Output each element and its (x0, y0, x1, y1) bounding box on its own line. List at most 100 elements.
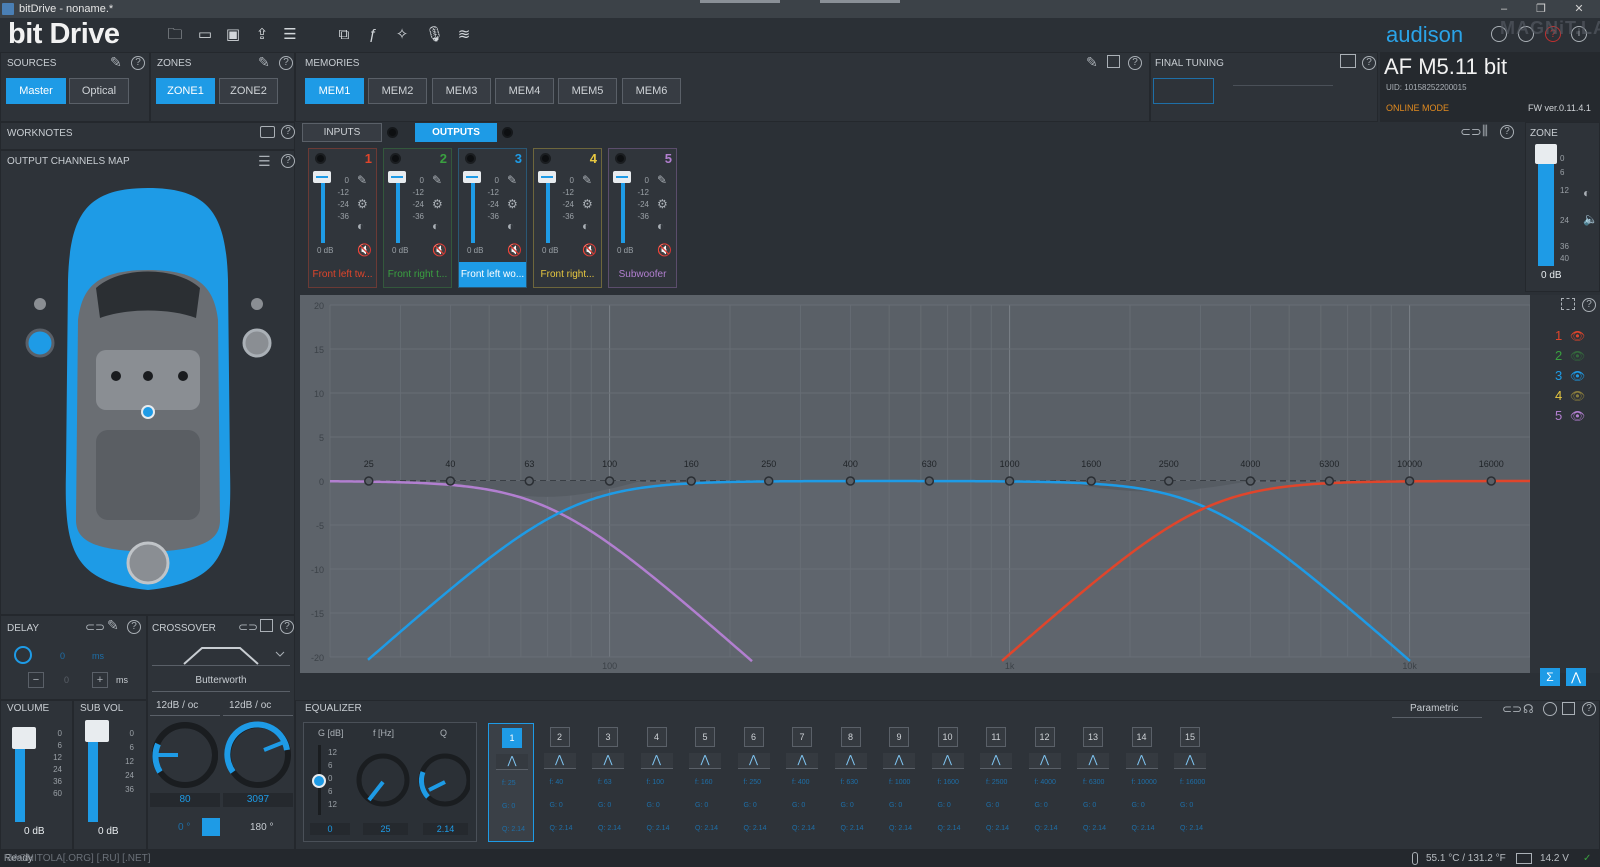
copy-icon[interactable] (260, 619, 273, 632)
final-tuning-slider[interactable] (1233, 85, 1333, 86)
curve-button[interactable]: ⋀ (1566, 668, 1586, 686)
help-icon[interactable]: ? (1582, 702, 1596, 716)
help-icon[interactable]: ? (279, 56, 293, 70)
open-folder-icon[interactable]: 🗀 (166, 26, 184, 44)
source-master-button[interactable]: Master (6, 78, 66, 104)
eq-band-number[interactable]: 14 (1131, 727, 1152, 747)
peak-filter-icon[interactable]: ⋀ (980, 753, 1012, 769)
peak-filter-icon[interactable]: ⋀ (1028, 753, 1061, 769)
edit-icon[interactable]: ✎ (357, 173, 367, 187)
help-icon[interactable]: ? (1362, 56, 1376, 70)
minimize-button[interactable]: – (1485, 0, 1523, 18)
ear-icon[interactable]: ◐ (657, 219, 664, 233)
memory-6-button[interactable]: MEM6 (622, 78, 681, 104)
target-icon[interactable] (1543, 702, 1557, 716)
peak-filter-icon[interactable]: ⋀ (496, 754, 528, 770)
eq-band[interactable]: 12 ⋀ f: 4000 G: 0 Q: 2.14 (1022, 723, 1068, 842)
eq-band-number[interactable]: 10 (937, 727, 958, 747)
camera-icon[interactable] (260, 126, 275, 138)
eq-band[interactable]: 5 ⋀ f: 160 G: 0 Q: 2.14 (682, 723, 728, 842)
timer-icon[interactable] (14, 646, 32, 664)
channel-status-led[interactable] (540, 153, 551, 164)
output-channel-strip[interactable]: 3 0 -12 -24 -36 0 dB ✎ ⚙ ◐ 🔇 Front left wo.… (458, 148, 527, 288)
eq-band-number[interactable]: 6 (743, 727, 764, 747)
freq-value[interactable]: 25 (363, 823, 408, 835)
memory-1-button[interactable]: MEM1 (305, 78, 364, 104)
mute-icon[interactable]: 🔇 (357, 243, 372, 257)
eq-band[interactable]: 15 ⋀ f: 16000 G: 0 Q: 2.14 (1167, 723, 1213, 842)
mute-icon[interactable]: 🔇 (432, 243, 447, 257)
help-icon[interactable]: ? (131, 56, 145, 70)
channel-status-led[interactable] (615, 153, 626, 164)
eq-band[interactable]: 7 ⋀ f: 400 G: 0 Q: 2.14 (779, 723, 825, 842)
function-icon[interactable]: ƒ (364, 26, 382, 44)
gain-slider-knob[interactable] (312, 774, 326, 788)
zone2-button[interactable]: ZONE2 (219, 78, 278, 104)
mute-icon[interactable]: 🔇 (657, 243, 672, 257)
output-channel-strip[interactable]: 1 0 -12 -24 -36 0 dB ✎ ⚙ ◐ 🔇 Front left tw.… (308, 148, 377, 288)
crossover-freq-left[interactable]: 80 (150, 793, 220, 807)
peak-filter-icon[interactable]: ⋀ (1174, 753, 1206, 769)
tab-outputs[interactable]: OUTPUTS (415, 123, 497, 142)
magic-wand-icon[interactable]: ✧ (393, 26, 411, 44)
headphones-icon[interactable]: ☊ (1523, 702, 1534, 716)
eq-band-number[interactable]: 3 (598, 727, 618, 747)
front-left-tweeter-speaker[interactable] (34, 298, 46, 310)
final-tuning-button[interactable] (1153, 78, 1214, 104)
list-icon[interactable]: ☰ (258, 153, 271, 170)
eq-band[interactable]: 4 ⋀ f: 100 G: 0 Q: 2.14 (634, 723, 680, 842)
edit-icon[interactable]: ✎ (110, 54, 122, 71)
edit-icon[interactable]: ✎ (1086, 54, 1098, 71)
eq-band-number[interactable]: 2 (549, 727, 570, 747)
edit-icon[interactable]: ✎ (258, 54, 270, 71)
eq-band-number[interactable]: 12 (1034, 727, 1055, 747)
eq-band[interactable]: 11 ⋀ f: 2500 G: 0 Q: 2.14 (973, 723, 1019, 842)
fullscreen-icon[interactable] (1561, 298, 1575, 310)
link-icon[interactable]: ⊂⊃ (85, 620, 105, 634)
output-channel-strip[interactable]: 5 0 -12 -24 -36 0 dB ✎ ⚙ ◐ 🔇 Subwoofer (608, 148, 677, 288)
visibility-eye-icon[interactable]: 👁 (1570, 369, 1585, 383)
peak-filter-icon[interactable]: ⋀ (737, 753, 770, 769)
eq-band[interactable]: 9 ⋀ f: 1000 G: 0 Q: 2.14 (876, 723, 922, 842)
subwoofer-speaker[interactable] (126, 541, 170, 585)
front-right-tweeter-speaker[interactable] (251, 298, 263, 310)
ear-icon[interactable]: ◐ (357, 219, 364, 233)
eq-band[interactable]: 8 ⋀ f: 630 G: 0 Q: 2.14 (828, 723, 874, 842)
settings-icon[interactable]: ⚙ (507, 197, 518, 211)
close-button[interactable]: ✕ (1560, 0, 1598, 18)
edit-icon[interactable]: ✎ (507, 173, 517, 187)
delay-plus-button[interactable]: + (92, 672, 108, 688)
help-icon[interactable]: ? (1500, 125, 1514, 139)
eq-band[interactable]: 3 ⋀ f: 63 G: 0 Q: 2.14 (585, 723, 631, 842)
ear-icon[interactable]: ◐ (582, 219, 589, 233)
eq-band-number[interactable]: 13 (1083, 727, 1103, 747)
help-icon[interactable]: ? (281, 154, 295, 168)
gain-value[interactable]: 0 (310, 823, 350, 835)
eq-band-number[interactable]: 1 (502, 728, 522, 748)
link-icon[interactable]: ⊂⊃ (1460, 124, 1482, 140)
sub-vol-fader-knob[interactable] (85, 720, 109, 742)
memory-4-button[interactable]: MEM4 (495, 78, 554, 104)
ear-icon[interactable]: ◐ (507, 219, 514, 233)
help-icon[interactable]: ? (280, 620, 294, 634)
help-icon[interactable]: ? (1128, 56, 1142, 70)
eq-band-number[interactable]: 9 (889, 727, 909, 747)
volume-fader-knob[interactable] (12, 727, 36, 749)
channel-status-led[interactable] (315, 153, 326, 164)
front-left-woofer-speaker[interactable] (25, 328, 55, 358)
eq-band-number[interactable]: 7 (792, 727, 812, 747)
visibility-eye-icon[interactable]: 👁 (1570, 349, 1585, 363)
edit-icon[interactable]: ✎ (582, 173, 592, 187)
eq-band-number[interactable]: 4 (646, 727, 667, 747)
filter-shape-select[interactable] (152, 644, 290, 666)
ear-icon[interactable]: ◐ (1583, 186, 1590, 200)
front-right-woofer-speaker[interactable] (242, 328, 272, 358)
edit-icon[interactable]: ✎ (107, 617, 119, 634)
mute-icon[interactable]: 🔇 (507, 243, 522, 257)
listener-position[interactable] (141, 405, 155, 419)
eq-band[interactable]: 14 ⋀ f: 10000 G: 0 Q: 2.14 (1119, 723, 1165, 842)
save-icon[interactable]: ▣ (224, 26, 242, 44)
eq-band-number[interactable]: 15 (1180, 727, 1200, 747)
ear-icon[interactable]: ◐ (432, 219, 439, 233)
mute-icon[interactable]: 🔈 (1583, 212, 1598, 226)
